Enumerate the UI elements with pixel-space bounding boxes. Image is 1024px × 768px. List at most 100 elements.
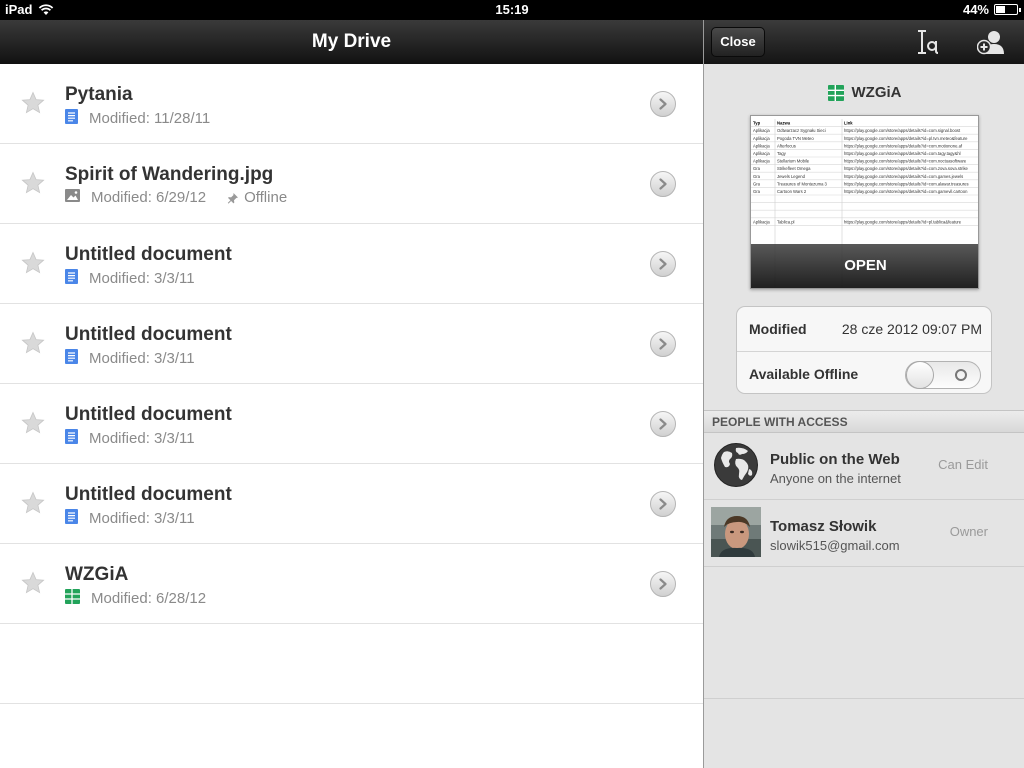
battery-percent: 44% xyxy=(962,2,989,17)
add-person-icon[interactable] xyxy=(977,29,1005,55)
sheet-cell: Pogoda TVN Meteo xyxy=(777,136,814,141)
file-meta: Modified: 3/3/11 xyxy=(65,349,195,368)
file-list-pane: My Drive Pytania Modified: 11/28/11 Spir… xyxy=(0,20,703,768)
modified-date: Modified: 6/29/12 xyxy=(91,189,207,206)
sheet-cell: https://play.google.com/store/apps/detai… xyxy=(844,128,961,133)
sheet-header-cell: Nazwa xyxy=(777,121,791,126)
disclosure-button[interactable] xyxy=(650,491,676,517)
person-email: slowik515@gmail.com xyxy=(770,538,900,553)
sheet-cell: Aplikacja xyxy=(753,143,770,148)
file-meta: Modified: 6/28/12 xyxy=(65,589,206,608)
empty-row xyxy=(0,624,703,704)
details-toolbar: Close xyxy=(704,20,1024,64)
file-row[interactable]: Untitled document Modified: 3/3/11 xyxy=(0,464,703,544)
disclosure-button[interactable] xyxy=(650,171,676,197)
star-icon[interactable] xyxy=(21,411,45,435)
document-title: WZGiA xyxy=(704,84,1024,101)
globe-icon xyxy=(714,443,758,487)
document-preview[interactable]: Typ Nazwa Link Aplikacja Odtwarzacz Sygnału … xyxy=(750,115,979,289)
open-button[interactable]: OPEN xyxy=(751,244,978,288)
sheet-cell: https://play.google.com/store/apps/detai… xyxy=(844,181,969,186)
offline-badge: Offline xyxy=(227,189,287,206)
toggle-knob xyxy=(906,361,934,389)
file-meta: Modified: 3/3/11 xyxy=(65,269,195,288)
file-row[interactable]: Untitled document Modified: 3/3/11 xyxy=(0,304,703,384)
drive-navbar: My Drive xyxy=(0,20,703,64)
person-name: Public on the Web xyxy=(770,451,900,468)
offline-label: Available Offline xyxy=(749,366,859,382)
document-icon xyxy=(65,269,78,284)
file-row[interactable]: Untitled document Modified: 3/3/11 xyxy=(0,384,703,464)
sheet-cell: Aplikacja xyxy=(753,151,770,156)
star-icon[interactable] xyxy=(21,171,45,195)
image-icon xyxy=(65,189,80,202)
chevron-right-icon xyxy=(659,178,667,190)
sheet-header-cell: Typ xyxy=(753,121,761,126)
file-title: WZGiA xyxy=(65,564,129,585)
image-type-icon xyxy=(65,189,80,206)
modified-date: Modified: 3/3/11 xyxy=(89,350,195,367)
offline-row: Available Offline xyxy=(737,351,991,395)
chevron-right-icon xyxy=(659,338,667,350)
person-row-public[interactable]: Public on the Web Anyone on the internet… xyxy=(704,433,1024,500)
sheet-cell: Jewels Legend xyxy=(777,174,806,179)
sheet-cell: Gra xyxy=(753,166,761,171)
file-title: Untitled document xyxy=(65,484,232,505)
document-type-icon xyxy=(65,109,78,128)
wifi-icon xyxy=(39,3,54,15)
sheet-cell: Aplikacja xyxy=(753,136,770,141)
page-title: My Drive xyxy=(311,31,392,52)
disclosure-button[interactable] xyxy=(650,251,676,277)
star-icon[interactable] xyxy=(21,491,45,515)
person-role: Owner xyxy=(949,524,988,539)
disclosure-button[interactable] xyxy=(650,91,676,117)
file-row[interactable]: WZGiA Modified: 6/28/12 xyxy=(0,544,703,624)
sheet-cell: Stellarium Mobile xyxy=(777,159,810,164)
file-meta: Modified: 3/3/11 xyxy=(65,429,195,448)
document-icon xyxy=(65,509,78,524)
file-meta: Modified: 6/29/12 Offline xyxy=(65,189,287,206)
star-icon[interactable] xyxy=(21,331,45,355)
sheet-cell: Tagy xyxy=(777,151,787,156)
battery-icon xyxy=(994,4,1021,15)
sheet-cell: Gra xyxy=(753,174,761,179)
modified-row: Modified 28 cze 2012 09:07 PM xyxy=(737,307,991,351)
file-meta: Modified: 11/28/11 xyxy=(65,109,210,128)
person-name: Tomasz Słowik xyxy=(770,518,877,535)
document-icon xyxy=(65,109,78,124)
off-indicator-icon xyxy=(955,369,967,381)
star-icon[interactable] xyxy=(21,571,45,595)
info-box: Modified 28 cze 2012 09:07 PM Available … xyxy=(736,306,992,394)
document-type-icon xyxy=(65,349,78,368)
sheet-cell: Aplikacja xyxy=(753,219,770,224)
chevron-right-icon xyxy=(659,578,667,590)
sheet-cell: Odtwarzacz Sygnału Sieci xyxy=(777,128,826,133)
sheet-header-cell: Link xyxy=(844,121,853,126)
details-pane: Close WZGiA Typ Nazwa Link Aplikacja Odtwarz… xyxy=(703,20,1024,768)
offline-toggle[interactable] xyxy=(905,361,981,389)
disclosure-button[interactable] xyxy=(650,411,676,437)
sheet-cell: Tablica.pl xyxy=(777,219,795,224)
disclosure-button[interactable] xyxy=(650,571,676,597)
status-bar: iPad 15:19 44% xyxy=(0,0,1024,20)
file-row[interactable]: Untitled document Modified: 3/3/11 xyxy=(0,224,703,304)
sheet-cell: https://play.google.com/store/apps/detai… xyxy=(844,219,962,224)
modified-date: Modified: 3/3/11 xyxy=(89,430,195,447)
close-button[interactable]: Close xyxy=(711,27,765,57)
file-row[interactable]: Spirit of Wandering.jpg Modified: 6/29/1… xyxy=(0,144,703,224)
person-subtitle: Anyone on the internet xyxy=(770,471,901,486)
star-icon[interactable] xyxy=(21,91,45,115)
file-row[interactable]: Pytania Modified: 11/28/11 xyxy=(0,64,703,144)
device-name: iPad xyxy=(5,2,33,17)
chevron-right-icon xyxy=(659,258,667,270)
document-type-icon xyxy=(65,269,78,288)
file-title: Untitled document xyxy=(65,404,232,425)
disclosure-button[interactable] xyxy=(650,331,676,357)
file-title: Untitled document xyxy=(65,244,232,265)
clock: 15:19 xyxy=(495,2,529,17)
sheet-cell: Strikefleet Omega xyxy=(777,166,811,171)
person-row-owner[interactable]: Tomasz Słowik slowik515@gmail.com Owner xyxy=(704,500,1024,567)
sheet-cell: Treasures of Montezuma 3 xyxy=(777,181,828,186)
rename-icon[interactable] xyxy=(915,29,941,55)
star-icon[interactable] xyxy=(21,251,45,275)
